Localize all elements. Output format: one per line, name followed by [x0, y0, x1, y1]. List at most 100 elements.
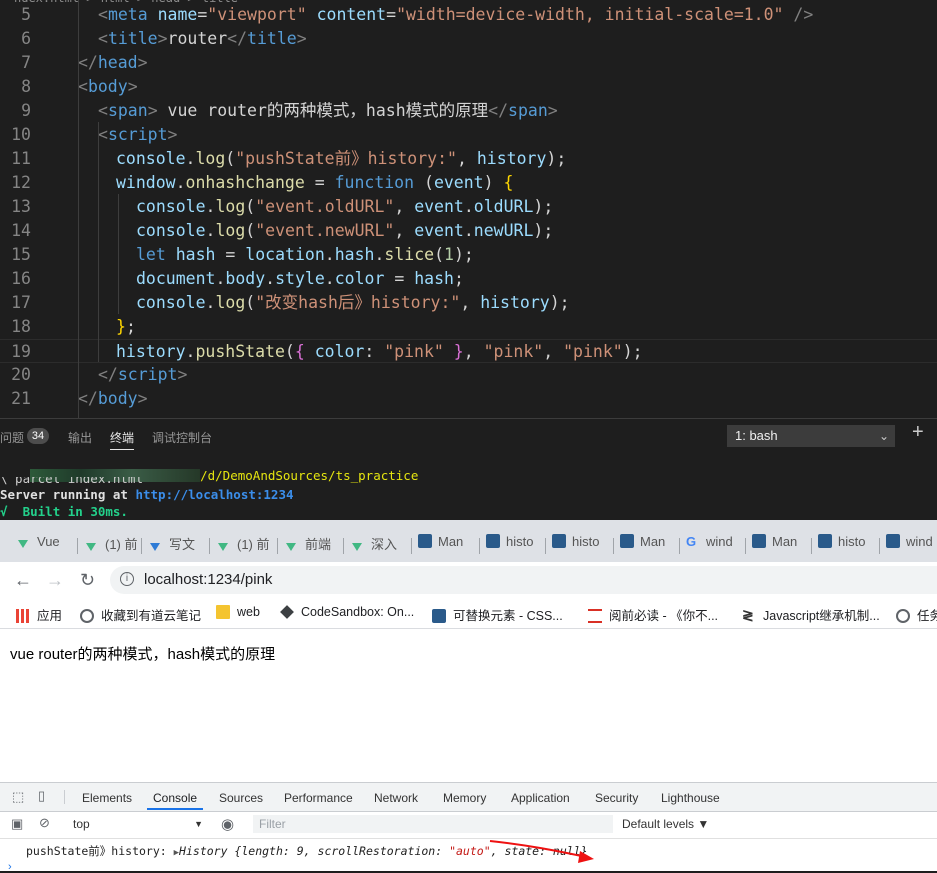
code-line[interactable]: 13 console.log("event.oldURL", event.oldU…: [0, 195, 937, 219]
tab-separator: [209, 538, 210, 554]
code-token: );: [549, 293, 570, 312]
devtools-tab-security[interactable]: Security: [595, 791, 638, 805]
tab-favicon-icon: [218, 543, 228, 551]
sidebar-toggle-icon[interactable]: ▣: [11, 816, 23, 832]
devtools-tab-sources[interactable]: Sources: [219, 791, 263, 805]
code-line[interactable]: 11 console.log("pushState前》history:", his…: [0, 147, 937, 171]
tab-output[interactable]: 输出: [68, 429, 92, 446]
code-token: ,: [463, 342, 484, 361]
code-line[interactable]: 19 history.pushState({ color: "pink" }, "…: [0, 339, 937, 363]
tab-terminal[interactable]: 终端: [110, 429, 135, 450]
arrow-head: [578, 851, 594, 863]
back-arrow-icon[interactable]: ←: [14, 570, 32, 591]
line-number: 12: [11, 173, 31, 192]
code-line[interactable]: 12 window.onhashchange = function (event)…: [0, 171, 937, 195]
log-levels-select[interactable]: Default levels ▼: [622, 817, 709, 831]
browser-tab[interactable]: Gwind: [686, 534, 744, 556]
browser-tab[interactable]: Man: [752, 534, 810, 556]
address-bar[interactable]: i localhost:1234/pink: [110, 566, 937, 594]
code-line[interactable]: 15 let hash = location.hash.slice(1);: [0, 243, 937, 267]
browser-tab[interactable]: Vue: [16, 534, 74, 556]
devtools-tab-network[interactable]: Network: [374, 791, 418, 805]
code-line[interactable]: 10 <script>: [0, 123, 937, 147]
code-token: history: [480, 293, 550, 312]
code-line[interactable]: 7 </head>: [0, 51, 937, 75]
line-number: 21: [11, 389, 31, 408]
code-line[interactable]: 17 console.log("改变hash后》history:", histor…: [0, 291, 937, 315]
code-editor[interactable]: ndex.html > html > head > title 5<meta n…: [0, 0, 937, 418]
tab-debug-console[interactable]: 调试控制台: [152, 429, 212, 446]
code-token: .: [175, 173, 186, 192]
devtools-tabs: ⬚ ▯ Elements Console Sources Performance Net…: [0, 783, 937, 812]
code-token: <: [98, 125, 108, 144]
reload-icon[interactable]: ↻: [80, 570, 95, 591]
tab-favicon-icon: G: [686, 534, 697, 549]
browser-tab[interactable]: (1) 前: [84, 534, 142, 556]
code-token: </: [98, 365, 118, 384]
code-line[interactable]: 20 </script>: [0, 363, 937, 387]
code-line[interactable]: 8 <body>: [0, 75, 937, 99]
code-line[interactable]: 16 document.body.style.color = hash;: [0, 267, 937, 291]
clear-console-icon[interactable]: ⊘: [39, 815, 50, 831]
devtools-tab-application[interactable]: Application: [511, 791, 570, 805]
device-toggle-icon[interactable]: ▯: [38, 788, 45, 804]
devtools-tab-memory[interactable]: Memory: [443, 791, 486, 805]
console-prompt-icon[interactable]: ›: [8, 861, 12, 873]
info-icon[interactable]: i: [120, 572, 134, 586]
bookmark-item[interactable]: 应用: [16, 605, 62, 624]
browser-tab[interactable]: histo: [552, 534, 610, 556]
code-token: >: [547, 101, 558, 120]
page-content-text: vue router的两种模式，hash模式的原理: [10, 646, 276, 663]
bookmark-item[interactable]: web: [216, 605, 260, 619]
code-token: <: [98, 29, 108, 48]
bookmark-item[interactable]: 可替换元素 - CSS...: [432, 605, 563, 624]
code-line[interactable]: 18};: [0, 315, 937, 339]
devtools-tab-performance[interactable]: Performance: [284, 791, 353, 805]
bookmark-item[interactable]: 阅前必读 - 《你不...: [588, 605, 718, 624]
terminal-select[interactable]: 1: bash ⌄: [727, 425, 895, 447]
code-token: ;: [453, 269, 464, 288]
url-text[interactable]: localhost:1234/pink: [144, 571, 272, 588]
devtools-tab-console[interactable]: Console: [146, 791, 204, 810]
code-line[interactable]: 14 console.log("event.newURL", event.newU…: [0, 219, 937, 243]
code-line[interactable]: 21 </body>: [0, 387, 937, 411]
browser-tab[interactable]: histo: [818, 534, 876, 556]
console-toolbar: ▣ ⊘ top ▼ ◉ Filter Default levels ▼: [0, 812, 937, 839]
code-line[interactable]: 6 <title>router</title>: [0, 27, 937, 51]
console-filter-input[interactable]: Filter: [253, 815, 613, 833]
context-select[interactable]: top ▼: [69, 815, 209, 833]
bookmark-label: 阅前必读 - 《你不...: [609, 609, 719, 623]
code-token: </: [227, 29, 248, 48]
code-token: .: [215, 269, 226, 288]
code-token: script: [107, 125, 168, 144]
browser-tab[interactable]: Man: [418, 534, 476, 556]
browser-toolbar: ← → ↻ i localhost:1234/pink: [0, 562, 937, 598]
browser-tab[interactable]: (1) 前: [216, 534, 274, 556]
devtools-tab-elements[interactable]: Elements: [82, 791, 132, 805]
devtools-tab-lighthouse[interactable]: Lighthouse: [661, 791, 720, 805]
browser-tab[interactable]: 前端: [284, 534, 342, 556]
bookmark-item[interactable]: 任务: [896, 605, 937, 624]
forward-arrow-icon[interactable]: →: [46, 570, 64, 591]
code-token: history: [476, 149, 547, 168]
browser-tab[interactable]: wind: [886, 534, 937, 556]
bookmark-item[interactable]: CodeSandbox: On...: [280, 605, 414, 619]
code-line[interactable]: 5 <meta name="viewport" content="width=de…: [0, 3, 937, 27]
browser-tab[interactable]: histo: [486, 534, 544, 556]
bookmark-item[interactable]: 收藏到有道云笔记: [80, 605, 201, 624]
code-line[interactable]: 9 <span> vue router的两种模式，hash模式的原理</span>: [0, 99, 937, 123]
code-token: meta: [107, 5, 148, 24]
eye-icon[interactable]: ◉: [221, 815, 234, 833]
bookmark-item[interactable]: ≷ Javascript继承机制...: [742, 605, 880, 624]
code-text: console.log("event.oldURL", event.oldURL…: [136, 195, 553, 219]
browser-tab[interactable]: 写文: [148, 534, 206, 556]
code-token: oldURL: [473, 197, 534, 216]
add-terminal-button[interactable]: +: [912, 421, 924, 444]
tab-problems[interactable]: 问题: [0, 429, 24, 446]
inspect-icon[interactable]: ⬚: [12, 789, 24, 805]
server-link[interactable]: http://localhost:1234: [135, 487, 293, 502]
code-token: ,: [456, 149, 477, 168]
browser-tab[interactable]: Man: [620, 534, 678, 556]
browser-tab[interactable]: 深入: [350, 534, 408, 556]
bookmark-label: web: [237, 605, 260, 619]
